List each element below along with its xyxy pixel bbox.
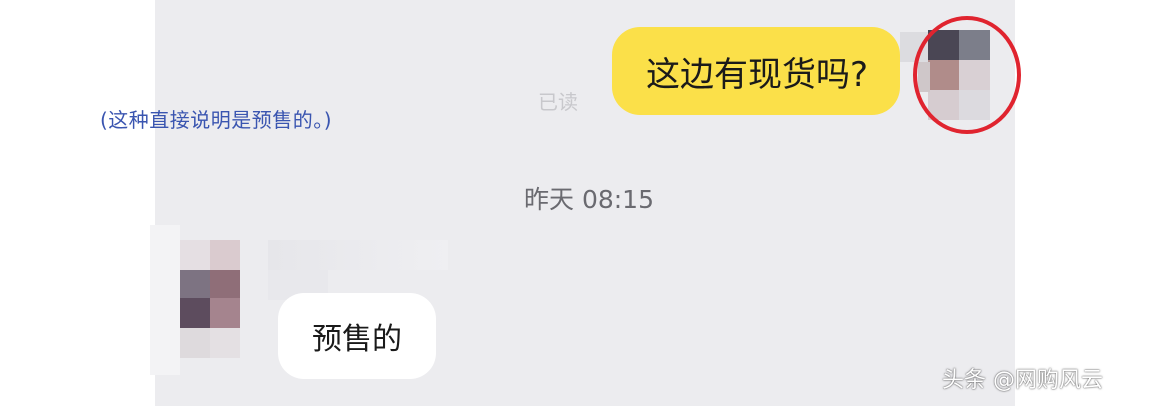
highlight-circle [913,16,1021,134]
other-avatar-icon[interactable] [180,240,240,358]
incoming-message-bubble[interactable]: 预售的 [278,293,436,379]
timestamp: 昨天 08:15 [524,185,654,214]
outgoing-message-bubble[interactable]: 这边有现货吗? [612,27,900,115]
incoming-message-text: 预售的 [312,322,402,357]
watermark: 头条 @网购风云 [942,368,1103,393]
read-status: 已读 [538,90,578,114]
annotation-text: (这种直接说明是预售的。) [100,108,333,132]
outgoing-message-text: 这边有现货吗? [645,54,869,95]
other-avatar-blur-edge [150,225,180,375]
sender-name-blurred [268,240,448,270]
